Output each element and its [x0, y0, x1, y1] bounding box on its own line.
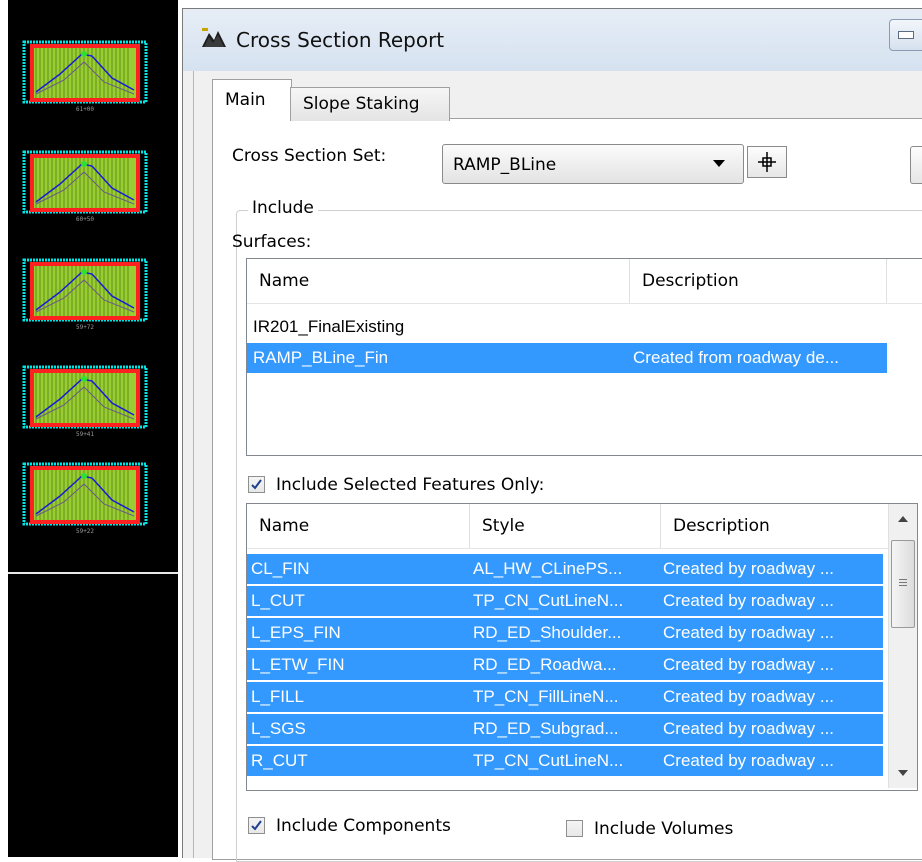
feature-row[interactable]: L_FILL TP_CN_FillLineN... Created by roadw… — [247, 682, 883, 712]
feature-style: RD_ED_Roadwa... — [473, 655, 617, 674]
include-group-title: Include — [248, 198, 318, 218]
feature-description: Created by roadway ... — [663, 623, 835, 642]
section-drawing — [22, 365, 148, 429]
features-list-header: Name Style Description — [247, 504, 889, 549]
station-label: 60+50 — [75, 216, 95, 223]
column-header-name-label: Name — [259, 271, 310, 291]
cross-section-thumbnail[interactable]: 59+41 — [20, 365, 150, 440]
arrow-up-icon — [898, 516, 908, 522]
feature-style: RD_ED_Subgrad... — [473, 719, 619, 738]
surfaces-list[interactable]: Name Description IR201_FinalExisting RAM… — [246, 258, 922, 456]
column-header-name[interactable]: Name — [247, 504, 470, 548]
cross-section-set-label: Cross Section Set: — [232, 146, 387, 166]
include-volumes-checkbox[interactable] — [566, 820, 583, 837]
column-header-description[interactable]: Description — [630, 259, 887, 303]
report-app-icon — [202, 28, 226, 47]
surface-row-selected[interactable]: RAMP_BLine_Fin Created from roadway de..… — [247, 343, 887, 373]
title-bar[interactable]: Cross Section Report — [183, 9, 922, 71]
checkmark-icon — [251, 820, 262, 831]
feature-name: L_ETW_FIN — [251, 655, 345, 674]
feature-row[interactable]: L_EPS_FIN RD_ED_Shoulder... Created by roa… — [247, 618, 883, 648]
arrow-down-icon — [898, 770, 908, 776]
column-header-name-label: Name — [259, 516, 310, 536]
surface-name: IR201_FinalExisting — [253, 317, 405, 336]
scroll-thumb[interactable] — [891, 540, 915, 628]
cross-section-thumbnail[interactable]: 59+22 — [20, 462, 150, 537]
include-selected-features-label: Include Selected Features Only: — [276, 475, 545, 495]
feature-description: Created by roadway ... — [663, 591, 835, 610]
feature-name: CL_FIN — [251, 559, 310, 578]
section-drawing — [22, 40, 148, 104]
feature-name: L_CUT — [251, 591, 305, 610]
station-label: 59+41 — [75, 431, 95, 438]
scroll-up-button[interactable] — [889, 504, 917, 532]
tab-main[interactable]: Main — [212, 79, 292, 120]
station-label: 59+72 — [75, 324, 95, 331]
tab-main-label: Main — [225, 90, 266, 110]
feature-row[interactable]: L_SGS RD_ED_Subgrad... Created by roadway … — [247, 714, 883, 744]
dialog-title: Cross Section Report — [236, 28, 445, 52]
minimize-button[interactable] — [889, 19, 922, 51]
column-header-description[interactable]: Description — [661, 504, 887, 548]
pick-section-set-button[interactable] — [747, 146, 787, 178]
column-header-style-label: Style — [482, 516, 525, 536]
feature-name: L_EPS_FIN — [251, 623, 341, 642]
feature-name: L_SGS — [251, 719, 306, 738]
surfaces-list-header: Name Description — [247, 259, 922, 304]
feature-name: L_FILL — [251, 687, 304, 706]
window-edge — [0, 0, 8, 857]
include-components-label: Include Components — [276, 816, 451, 836]
feature-style: AL_HW_CLinePS... — [473, 559, 623, 578]
surface-description: Created from roadway de... — [633, 348, 839, 367]
feature-description: Created by roadway ... — [663, 719, 835, 738]
section-drawing — [22, 258, 148, 322]
column-header-description-label: Description — [673, 516, 770, 536]
crosshair-target-icon — [758, 152, 776, 172]
cross-section-thumbnail[interactable]: 60+50 — [20, 150, 150, 225]
feature-row[interactable]: CL_FIN AL_HW_CLinePS... Created by roadway… — [247, 554, 883, 584]
feature-style: TP_CN_CutLineN... — [473, 591, 624, 610]
cross-section-set-dropdown[interactable]: RAMP_BLine — [442, 144, 744, 184]
include-components-checkbox[interactable] — [248, 817, 265, 834]
station-label: 61+00 — [75, 106, 95, 113]
cross-section-thumbnail[interactable]: 61+00 — [20, 40, 150, 115]
include-volumes-label: Include Volumes — [594, 819, 734, 839]
cross-section-thumbnail[interactable]: 59+72 — [20, 258, 150, 333]
surfaces-label: Surfaces: — [232, 232, 312, 252]
feature-style: TP_CN_FillLineN... — [473, 687, 619, 706]
feature-name: R_CUT — [251, 751, 308, 770]
feature-row[interactable]: R_CUT TP_CN_CutLineN... Created by roadway… — [247, 746, 883, 776]
column-header-name[interactable]: Name — [247, 259, 630, 303]
minimize-icon — [898, 31, 914, 39]
feature-description: Created by roadway ... — [663, 751, 835, 770]
feature-style: TP_CN_CutLineN... — [473, 751, 624, 770]
clipped-button[interactable] — [910, 146, 922, 184]
feature-description: Created by roadway ... — [663, 559, 835, 578]
station-label: 59+22 — [75, 528, 95, 535]
feature-row[interactable]: L_CUT TP_CN_CutLineN... Created by roadway… — [247, 586, 883, 616]
cross-section-set-value: RAMP_BLine — [453, 155, 557, 175]
cad-empty-view[interactable] — [0, 574, 178, 857]
surface-name: RAMP_BLine_Fin — [253, 348, 389, 367]
features-list[interactable]: Name Style Description CL_FIN AL_HW_CLine… — [246, 503, 918, 791]
scroll-down-button[interactable] — [889, 760, 917, 788]
features-scrollbar[interactable] — [888, 504, 917, 788]
column-header-style[interactable]: Style — [470, 504, 661, 548]
surface-row[interactable]: IR201_FinalExisting — [247, 312, 922, 342]
checkmark-icon — [251, 479, 262, 490]
feature-description: Created by roadway ... — [663, 655, 835, 674]
column-header-description-label: Description — [642, 271, 739, 291]
grip-icon — [899, 579, 907, 580]
section-drawing — [22, 462, 148, 526]
section-drawing — [22, 150, 148, 214]
include-selected-features-checkbox[interactable] — [248, 476, 265, 493]
feature-row[interactable]: L_ETW_FIN RD_ED_Roadwa... Created by roadw… — [247, 650, 883, 680]
tab-slope-staking-clickarea[interactable]: Slope Staking — [290, 87, 450, 121]
feature-description: Created by roadway ... — [663, 687, 835, 706]
feature-style: RD_ED_Shoulder... — [473, 623, 622, 642]
tab-slope-staking-label: Slope Staking — [303, 94, 420, 114]
chevron-down-icon — [713, 160, 725, 167]
